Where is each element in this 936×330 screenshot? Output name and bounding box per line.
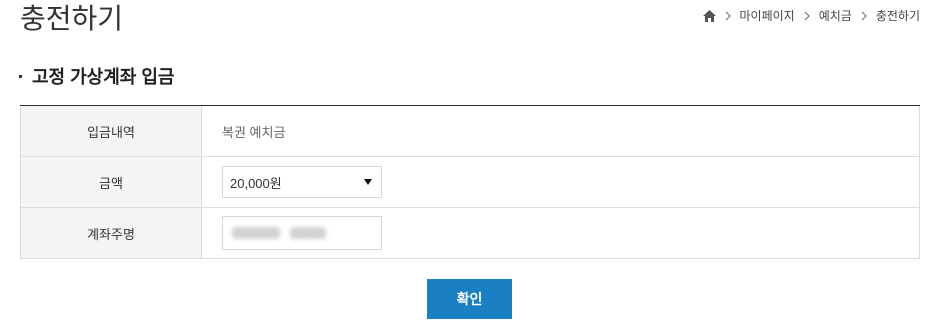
page-title: 충전하기 [20, 3, 124, 34]
section-title: 고정 가상계좌 입금 [32, 67, 175, 87]
form-row-amount: 금액 20,000원 [20, 157, 920, 208]
account-holder-field[interactable] [222, 216, 382, 250]
form-row-account-holder: 계좌주명 [20, 208, 920, 259]
amount-label: 금액 [20, 157, 202, 207]
confirm-button[interactable]: 확인 [427, 279, 512, 319]
breadcrumb-item-mypage[interactable]: 마이페이지 [740, 7, 795, 24]
breadcrumb-item-charge[interactable]: 충전하기 [876, 7, 920, 24]
caret-down-icon [364, 179, 372, 185]
bullet-icon [19, 74, 22, 78]
chevron-right-icon [725, 11, 731, 20]
amount-cell: 20,000원 [202, 157, 920, 207]
deposit-type-value: 복권 예치금 [202, 106, 920, 156]
home-icon[interactable] [702, 9, 716, 22]
deposit-type-label: 입금내역 [20, 106, 202, 156]
breadcrumb: 마이페이지 예치금 충전하기 [702, 7, 920, 24]
section-heading: 고정 가상계좌 입금 [19, 63, 174, 89]
breadcrumb-item-deposit[interactable]: 예치금 [819, 7, 852, 24]
account-holder-label: 계좌주명 [20, 208, 202, 258]
amount-select[interactable]: 20,000원 [222, 166, 382, 198]
amount-selected-value: 20,000원 [230, 175, 282, 191]
deposit-form-table: 입금내역 복권 예치금 금액 20,000원 계좌주명 [20, 105, 920, 259]
account-holder-cell [202, 208, 920, 258]
chevron-right-icon [804, 11, 810, 20]
redacted-text [232, 227, 280, 239]
form-row-deposit-type: 입금내역 복권 예치금 [20, 106, 920, 157]
chevron-right-icon [861, 11, 867, 20]
redacted-text [290, 227, 326, 239]
